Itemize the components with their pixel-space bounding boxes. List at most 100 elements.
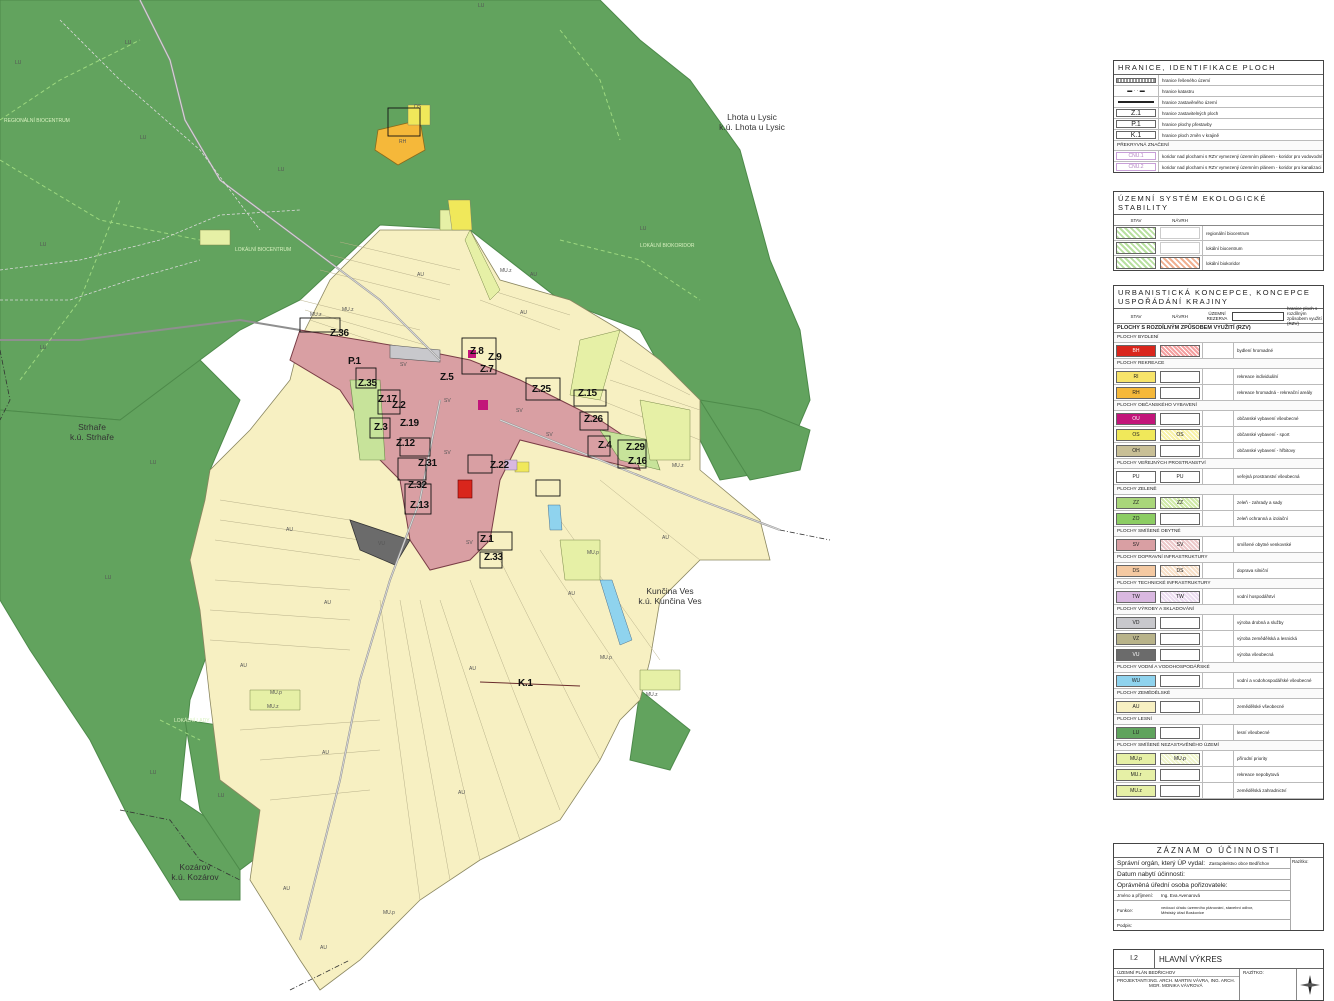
- zone-reserve: [1202, 495, 1233, 510]
- zone-swatch: MU.r: [1116, 768, 1156, 781]
- zone-label: MU.z: [310, 312, 322, 318]
- zone-swatch-proposal: ZZ: [1160, 496, 1200, 509]
- zone-label: AU: [458, 790, 465, 796]
- zone-reserve: [1202, 385, 1233, 400]
- z-label: Z.36: [330, 328, 349, 339]
- z-label: P.1: [348, 356, 361, 367]
- zone-label: SV: [400, 362, 407, 368]
- legend-colhead: STAV NÁVRH ÚZEMNÍ REZERVA hranice ploch …: [1114, 306, 1323, 326]
- zone-swatch-proposal: [1160, 726, 1200, 739]
- legend-desc: vodní a vodohospodářské všeobecné: [1233, 673, 1323, 688]
- legend-row: lokální biocentrum: [1114, 241, 1323, 256]
- recreation-os-2: [447, 199, 473, 231]
- legend-row: OU občanské vybavení všeobecné: [1114, 411, 1323, 427]
- legend-row: P.1 hranice plochy přestavby: [1114, 119, 1323, 130]
- z-label: Z.17: [378, 394, 397, 405]
- legend-row: AU zemědělské všeobecné: [1114, 699, 1323, 715]
- z-label: Z.5: [440, 372, 454, 383]
- zone-label: LU: [40, 345, 47, 351]
- bh-plot: [457, 479, 473, 499]
- z-label: Z.3: [374, 422, 388, 433]
- zone-label: AU: [322, 750, 329, 756]
- legend-title: HRANICE, IDENTIFIKACE PLOCH: [1114, 61, 1323, 75]
- zone-swatch-proposal: [1160, 674, 1200, 687]
- zone-swatch: ZO: [1116, 512, 1156, 525]
- zaznam-key: Správní orgán, který ÚP vydal:: [1117, 859, 1206, 867]
- zone-label: SV: [444, 450, 451, 456]
- zone-label: LU: [640, 226, 647, 232]
- legend-desc: hranice ploch změn v krajině: [1158, 130, 1323, 140]
- zone-reserve: [1202, 443, 1233, 458]
- zone-swatch: PU: [1116, 470, 1156, 483]
- legend-group: PLOCHY REKREACE: [1114, 359, 1323, 369]
- legend-group: PLOCHY ZEMĚDĚLSKÉ: [1114, 689, 1323, 699]
- zone-swatch-proposal: [1160, 700, 1200, 713]
- z-label: Z.12: [396, 438, 415, 449]
- overlay-symbol: CNU.2: [1116, 163, 1156, 171]
- mu-band-6: [639, 669, 681, 691]
- zone-reserve: [1202, 767, 1233, 782]
- zone-label: SV: [516, 408, 523, 414]
- legend-row: regionální biocentrum: [1114, 226, 1323, 241]
- zone-label: AU: [662, 535, 669, 541]
- legend-desc: rekreace hromadná - rekreační areály: [1233, 385, 1323, 400]
- boundary-symbol: [1116, 77, 1156, 83]
- zone-swatch: VD: [1116, 616, 1156, 629]
- legend-row: lokální biokoridor: [1114, 256, 1323, 270]
- title-stamp: RAZÍTKO:: [1240, 969, 1297, 1000]
- zone-swatch: AU: [1116, 700, 1156, 713]
- legend-row: SV SV smíšené obytné venkovské: [1114, 537, 1323, 553]
- zone-swatch-proposal: [1160, 648, 1200, 661]
- overlay-symbol: CNU.1: [1116, 152, 1156, 160]
- zaznam-row: Oprávněná úřední osoba pořizovatele:: [1114, 880, 1290, 891]
- legend-desc: občanské vybavení všeobecné: [1233, 411, 1323, 426]
- zone-label: MU.p: [600, 655, 612, 661]
- designers: ING. ARCH. MARTIN VÁVRA, ING. ARCH. MGR.…: [1149, 978, 1235, 988]
- usse-symbol: [1116, 242, 1156, 254]
- zone-label: LU: [150, 770, 157, 776]
- zone-swatch: OH: [1116, 444, 1156, 457]
- z-label: Z.29: [626, 442, 645, 453]
- zone-label: AU: [469, 666, 476, 672]
- zone-reserve: [1202, 511, 1233, 526]
- zaznam-key: Jméno a příjmení:: [1117, 893, 1154, 898]
- map-canvas[interactable]: [0, 0, 1090, 1000]
- legend-row: MU.z zemědělská zahradnictví: [1114, 783, 1323, 799]
- z-label: Z.8: [470, 346, 484, 357]
- zone-swatch: VZ: [1116, 632, 1156, 645]
- legend-desc: zeleň - zahrady a sady: [1233, 495, 1323, 510]
- legend-desc: veřejná prostranství všeobecná: [1233, 469, 1323, 484]
- corridor-label: LOKÁLNÍ LADY: [174, 718, 210, 724]
- legend-desc: vodní hospodářství: [1233, 589, 1323, 604]
- zone-label: LU: [218, 793, 225, 799]
- legend-row: BH bydlení hromadné: [1114, 343, 1323, 359]
- col-stav: STAV: [1130, 313, 1142, 319]
- z-label: Z.9: [488, 352, 502, 363]
- ou-plot: [478, 400, 488, 410]
- legend-row: RI rekreace individuální: [1114, 369, 1323, 385]
- legend-group: PLOCHY SMÍŠENÉ NEZASTAVĚNÉHO ÚZEMÍ: [1114, 741, 1323, 751]
- boundary-symbol: P.1: [1116, 120, 1156, 128]
- zone-swatch: ZZ: [1116, 496, 1156, 509]
- legend-desc: hranice plochy přestavby: [1158, 119, 1323, 129]
- zone-label: OS: [414, 104, 422, 110]
- zone-reserve: [1202, 469, 1233, 484]
- legend-group: PLOCHY TECHNICKÉ INFRASTRUKTURY: [1114, 579, 1323, 589]
- zone-reserve: [1202, 369, 1233, 384]
- neighbour-label: Strhaře k.ú. Strhaře: [52, 422, 132, 442]
- zone-label: AU: [324, 600, 331, 606]
- zone-swatch-proposal: PU: [1160, 470, 1200, 483]
- zone-swatch: OS: [1116, 428, 1156, 441]
- zaznam-key: Datum nabytí účinnosti:: [1117, 870, 1185, 878]
- map-area[interactable]: Lhota u Lysic k.ú. Lhota u Lysic Strhaře…: [0, 0, 1090, 1000]
- zone-swatch: OU: [1116, 412, 1156, 425]
- legend-row: MU.p MU.p přírodní priority: [1114, 751, 1323, 767]
- legend-group: PLOCHY VODNÍ A VODOHOSPODÁŘSKÉ: [1114, 663, 1323, 673]
- legend-boundaries: HRANICE, IDENTIFIKACE PLOCH hranice řeše…: [1113, 60, 1324, 173]
- zone-swatch: WU: [1116, 674, 1156, 687]
- legend-row: DS DS doprava silniční: [1114, 563, 1323, 579]
- zone-label: AU: [530, 272, 537, 278]
- zone-label: MU.p: [587, 550, 599, 556]
- zone-label: MU.z: [672, 463, 684, 469]
- mu-band-4: [559, 539, 601, 581]
